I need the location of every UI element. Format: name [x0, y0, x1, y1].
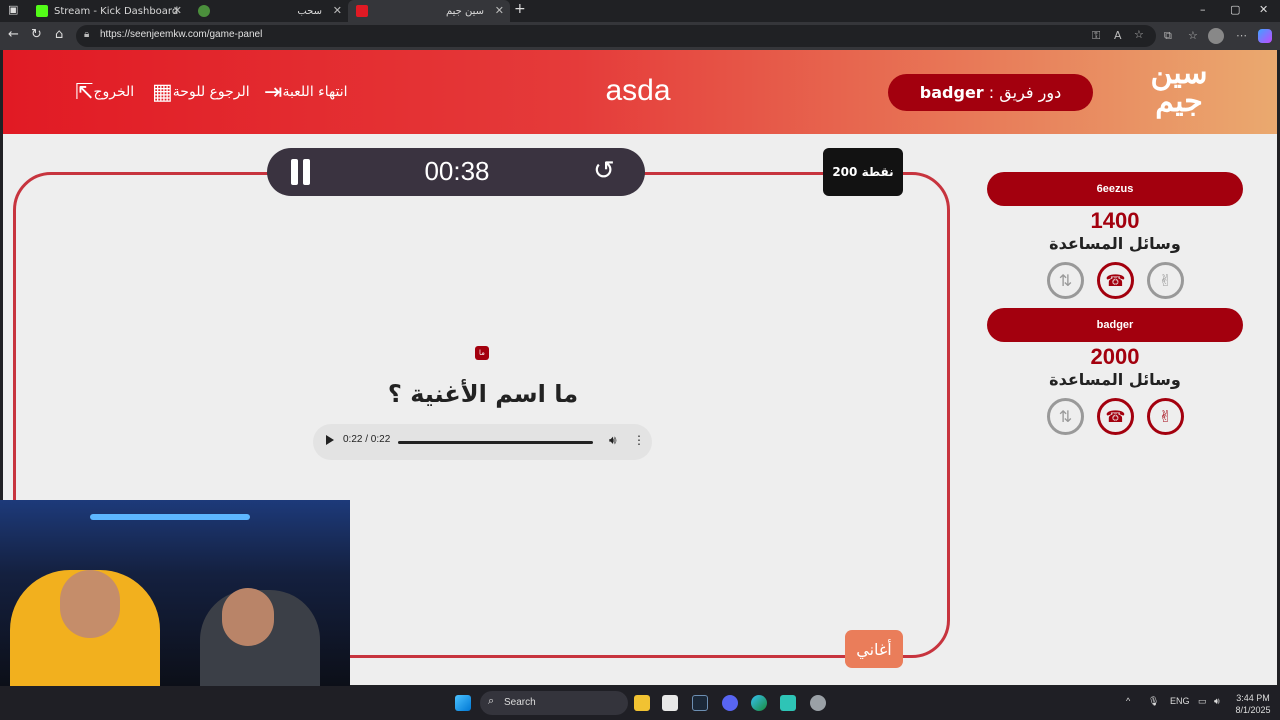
- lock-icon: 🔒︎: [84, 29, 90, 40]
- end-game-button[interactable]: ⇥ انتهاء اللعبة: [258, 78, 347, 106]
- network-icon[interactable]: ▭: [1198, 696, 1207, 707]
- taskbar: ⌕ Search ^ 🎙︎ ENG ▭ 🔊︎ 3:44 PM 8/1/2025: [0, 686, 1280, 720]
- address-bar[interactable]: 🔒︎ https://seenjeemkw.com/game-panel ⚿ A…: [76, 25, 1156, 47]
- screen: { "browser": { "tabs": [ {"title": "Stre…: [0, 0, 1280, 720]
- team-name-pill: 6eezus: [987, 172, 1243, 206]
- clock-date: 8/1/2025: [1235, 705, 1271, 715]
- copilot-icon[interactable]: [1258, 29, 1272, 43]
- close-tab-icon[interactable]: ✕: [495, 4, 504, 17]
- webcam-overlay: [0, 500, 350, 686]
- close-window-icon[interactable]: ✕: [1259, 3, 1268, 16]
- exit-door-icon: ⇱: [75, 79, 94, 105]
- tab-title: سحب: [297, 5, 322, 17]
- turn-label: دور فريق :: [988, 83, 1062, 102]
- favorite-star-icon[interactable]: ☆: [1134, 28, 1144, 41]
- exit-label: الخروج: [93, 84, 135, 100]
- audio-player: 0:22 / 0:22 🔊︎ ⋮: [313, 424, 652, 460]
- minimize-icon[interactable]: –: [1200, 3, 1206, 16]
- tab-title: سين جيم: [445, 5, 484, 17]
- tab-sahb[interactable]: سحب ✕: [190, 0, 348, 22]
- extensions-icon[interactable]: ⧉: [1164, 29, 1172, 43]
- game-title: asda: [605, 74, 671, 107]
- phone-friend-icon[interactable]: ☎: [1097, 262, 1134, 299]
- volume-tray-icon[interactable]: 🔊︎: [1214, 696, 1220, 707]
- file-explorer-icon[interactable]: [634, 695, 650, 711]
- two-answers-icon[interactable]: ✌: [1147, 262, 1184, 299]
- tab-title: Stream - Kick Dashboard: [54, 5, 179, 17]
- play-icon[interactable]: [326, 435, 334, 445]
- question-text: ما اسم الأغنية ؟: [387, 380, 579, 408]
- tab-seenjeem[interactable]: سين جيم ✕: [348, 0, 510, 22]
- windows-start-icon[interactable]: [455, 695, 471, 711]
- app-icon[interactable]: [780, 695, 796, 711]
- two-answers-icon[interactable]: ✌: [1147, 398, 1184, 435]
- tab-actions-icon[interactable]: ▣: [8, 3, 18, 16]
- current-turn-pill: دور فريق : badger: [888, 74, 1093, 111]
- points-badge: 200 نقطة: [823, 148, 903, 196]
- new-tab-icon[interactable]: +: [514, 1, 526, 17]
- exit-button[interactable]: ⇱ الخروج: [69, 78, 134, 106]
- close-tab-icon[interactable]: ✕: [333, 4, 342, 17]
- arrow-to-line-icon: ⇥: [264, 79, 283, 105]
- search-label: Search: [504, 697, 536, 708]
- refresh-icon[interactable]: ↻: [31, 27, 42, 42]
- swap-question-icon[interactable]: ⇅: [1047, 398, 1084, 435]
- reset-timer-icon[interactable]: ↺: [593, 156, 615, 186]
- settings-gear-icon[interactable]: [810, 695, 826, 711]
- favorites-icon[interactable]: ☆: [1188, 29, 1198, 42]
- grid-icon: ▦: [152, 79, 173, 105]
- close-tab-icon[interactable]: ✕: [173, 4, 182, 17]
- back-to-board-label: الرجوع للوحة: [172, 84, 250, 100]
- search-icon: ⌕: [488, 695, 495, 707]
- profile-avatar[interactable]: [1208, 28, 1224, 44]
- microphone-icon[interactable]: 🎙︎: [1148, 696, 1159, 707]
- discord-icon[interactable]: [722, 695, 738, 711]
- browser-toolbar: ← ↻ ⌂ 🔒︎ https://seenjeemkw.com/game-pan…: [0, 22, 1280, 50]
- turn-team-name: badger: [919, 83, 984, 102]
- timer-bar: 00:38 ↺: [267, 148, 645, 196]
- seenjeem-logo: سين جيم: [1150, 56, 1208, 119]
- back-to-board-button[interactable]: ▦ الرجوع للوحة: [146, 78, 250, 106]
- volume-icon[interactable]: 🔊︎: [609, 433, 617, 448]
- timer-display: 00:38: [424, 156, 490, 186]
- streamer-right-head: [222, 588, 274, 646]
- team-score: 1400: [1090, 208, 1140, 233]
- taskbar-search[interactable]: ⌕ Search: [480, 691, 628, 715]
- help-tools-label: وسائل المساعدة: [1049, 234, 1181, 253]
- swap-question-icon[interactable]: ⇅: [1047, 262, 1084, 299]
- category-tag: أغاني: [845, 630, 903, 668]
- question-type-badge: ما: [475, 346, 489, 360]
- edge-icon[interactable]: [751, 695, 767, 711]
- read-aloud-icon[interactable]: A: [1114, 29, 1122, 42]
- audio-time: 0:22 / 0:22: [343, 434, 391, 445]
- streamer-left-head: [60, 570, 120, 638]
- phone-friend-icon[interactable]: ☎: [1097, 398, 1134, 435]
- more-icon[interactable]: ⋯: [1236, 29, 1247, 42]
- key-icon[interactable]: ⚿: [1092, 29, 1100, 43]
- tab-kick-dashboard[interactable]: Stream - Kick Dashboard ✕: [28, 0, 188, 22]
- kick-icon: [36, 5, 48, 17]
- store-icon[interactable]: [662, 695, 678, 711]
- system-clock[interactable]: 3:44 PM 8/1/2025: [1228, 692, 1278, 716]
- steam-icon[interactable]: [692, 695, 708, 711]
- maximize-icon[interactable]: ▢: [1230, 3, 1240, 16]
- back-arrow-icon[interactable]: ←: [8, 27, 19, 42]
- led-strip: [90, 514, 250, 520]
- team-score: 2000: [1090, 344, 1140, 369]
- pause-icon[interactable]: [289, 159, 311, 185]
- team-name-pill: badger: [987, 308, 1243, 342]
- help-tools-label: وسائل المساعدة: [1049, 370, 1181, 389]
- seenjeem-icon: [356, 5, 368, 17]
- language-indicator[interactable]: ENG: [1170, 696, 1190, 706]
- tray-chevron-icon[interactable]: ^: [1126, 696, 1130, 706]
- home-icon[interactable]: ⌂: [55, 27, 63, 42]
- site-icon: [198, 5, 210, 17]
- browser-tab-strip: ▣ Stream - Kick Dashboard ✕ سحب ✕ سين جي…: [0, 0, 1280, 22]
- audio-menu-icon[interactable]: ⋮: [633, 433, 645, 447]
- game-header: سين جيم دور فريق : badger asda ⇥ انتهاء …: [3, 50, 1277, 134]
- audio-progress-bar[interactable]: [398, 441, 593, 444]
- url-text: https://seenjeemkw.com/game-panel: [100, 29, 263, 40]
- end-game-label: انتهاء اللعبة: [282, 84, 348, 100]
- clock-time: 3:44 PM: [1236, 693, 1270, 703]
